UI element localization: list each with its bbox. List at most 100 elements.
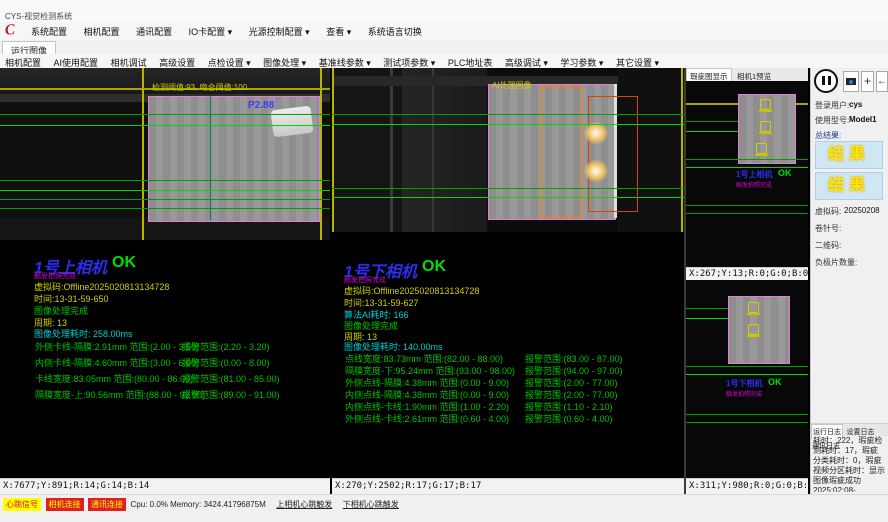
sidebar: + ← 登录用户: cys 使用型号: Model1 总结果: 结果 结果 虚拟… [810, 68, 888, 494]
overlay-line [332, 124, 684, 125]
pause-button[interactable] [814, 69, 838, 93]
ai-overlay-note: AI处理图像 [492, 80, 532, 91]
overlay-line [686, 131, 738, 132]
measurement-text: 外侧点线-卡线:2.61mm 范围:(0.60 - 4.00) [345, 412, 509, 425]
total-result-label: 总结果: [815, 130, 841, 141]
overlay-line [686, 213, 808, 214]
bottom-camera-thumbnail[interactable]: 1号下相机 OK 触发拍照完成 [686, 280, 808, 478]
left-elapsed: 图像处理耗时: 258.00ms [34, 327, 133, 340]
defect-marker [760, 99, 771, 110]
thumb-status-ok: OK [778, 168, 792, 178]
middle-cursor-coords: X:270;Y:2502;R:17;G:17;B:17 [332, 478, 684, 494]
menu-language-switch[interactable]: 系统语言切换 [361, 22, 429, 40]
measurement-alarm: 报警范围:(89.00 - 91.00) [182, 388, 280, 401]
defect-marker [748, 324, 759, 335]
measurement-alarm: 报警范围:(2.20 - 3.20) [182, 340, 270, 353]
title-bar: CYS-视觉检测系统 [0, 0, 888, 23]
app-window: CYS-视觉检测系统 C 系统配置 相机配置 通讯配置 IO卡配置 ▾ 光源控制… [0, 0, 888, 522]
measurement-alarm: 报警范围:(0.00 - 8.00) [182, 356, 270, 369]
defect-marker [756, 143, 767, 154]
overlay-line [320, 68, 322, 240]
overlay-line [332, 197, 684, 198]
menu-bar: C 系统配置 相机配置 通讯配置 IO卡配置 ▾ 光源控制配置 ▾ 查看 ▾ 系… [0, 22, 888, 40]
overlay-value: P2.88 [248, 100, 274, 111]
reflection-glint [584, 122, 608, 144]
left-cursor-coords: X:7677;Y:891;R:14;G:14;B:14 [0, 478, 330, 494]
overlay-line [686, 308, 728, 309]
measurement-alarm: 报警范围:(81.00 - 85.00) [182, 372, 280, 385]
overlay-line [686, 121, 738, 122]
roi-box-orange [540, 86, 582, 218]
camera-connect-badge: 相机连接 [46, 498, 84, 511]
overlay-line [686, 374, 808, 375]
virtual-code-label: 虚拟码: [815, 206, 841, 217]
left-status-ok: OK [112, 254, 136, 272]
reset-view-button[interactable]: ← [876, 71, 888, 92]
defect-marker [760, 121, 771, 132]
overlay-line [332, 114, 684, 115]
overlay-line [686, 318, 728, 319]
menu-light-config[interactable]: 光源控制配置 ▾ [242, 22, 317, 40]
result-badge-top: 结果 [815, 141, 883, 169]
overlay-line [686, 414, 808, 415]
measurement-text: 隔膜宽度-上:90.56mm 范围:(88.00 - 92.00) [35, 388, 205, 401]
comm-connect-badge: 通讯连接 [88, 498, 126, 511]
camera-snapshot-button[interactable] [843, 71, 859, 92]
middle-camera-image[interactable]: AI处理图像 [332, 68, 684, 232]
product-region [728, 296, 790, 364]
menu-view[interactable]: 查看 ▾ [319, 22, 358, 40]
qr-code-label: 二维码: [815, 240, 841, 251]
overlay-line [0, 208, 330, 209]
menu-camera-config[interactable]: 相机配置 [77, 22, 127, 40]
overlay-line [0, 125, 330, 126]
menu-items: 系统配置 相机配置 通讯配置 IO卡配置 ▾ 光源控制配置 ▾ 查看 ▾ 系统语… [24, 22, 429, 40]
model-label: 使用型号: [815, 115, 849, 126]
bottom-thumb-coords: X:311;Y:980;R:0;G:0;B:0 [686, 478, 808, 494]
top-thumb-coords: X:267;Y:13;R:0;G:0;B:0 [686, 267, 808, 280]
reflection-glint [584, 160, 608, 182]
left-camera-image[interactable]: 检测阈值:93, 吻合阈值:100 P2.88 [0, 68, 330, 240]
overlay-line [686, 366, 808, 367]
thumb-trigger-note: 触发拍照完成 [736, 180, 772, 189]
needle-number-label: 卷针号: [815, 223, 841, 234]
model-value: Model1 [849, 115, 877, 124]
overlay-line [0, 199, 330, 200]
cpu-memory-status: Cpu: 0.0% Memory: 3424.41796875M [131, 500, 266, 509]
top-camera-thumbnail[interactable]: 1号上相机 OK 触发拍照完成 [686, 81, 808, 267]
heartbeat-status-badge: 心跳信号 [3, 498, 41, 511]
overlay-line [686, 422, 808, 423]
measurement-text: 外侧卡线-隔膜:2.91mm 范围:(2.00 - 3.50) [35, 340, 199, 353]
back-arrow-icon: ← [877, 76, 887, 87]
toolbar: 相机配置 AI使用配置 相机调试 高级设置 点检设置 ▾ 图像处理 ▾ 基准线参… [0, 54, 888, 69]
overlay-line [686, 159, 808, 160]
view-tabstrip: 运行图像 [0, 40, 888, 55]
bottom-camera-heartbeat-link[interactable]: 下相机心跳触发 [343, 500, 399, 509]
overlay-line [0, 114, 330, 115]
overlay-line [681, 68, 683, 232]
thumb-tabstrip: 瑕疵图显示 相机1预览 相机2预览 [686, 68, 808, 82]
zoom-in-button[interactable]: + [861, 71, 874, 92]
middle-status-ok: OK [422, 258, 446, 276]
menu-system-config[interactable]: 系统配置 [24, 22, 74, 40]
measurement-text: 内侧卡线-隔膜:4.60mm 范围:(3.00 - 6.00) [35, 356, 199, 369]
log-tabstrip: 运行日志 设置日志 通讯日志 [811, 423, 888, 436]
status-bar: 心跳信号 相机连接 通讯连接 Cpu: 0.0% Memory: 3424.41… [0, 494, 888, 522]
menu-comm-config[interactable]: 通讯配置 [129, 22, 179, 40]
menu-io-config[interactable]: IO卡配置 ▾ [182, 22, 240, 40]
overlay-line [332, 68, 334, 232]
gripper-part [271, 106, 314, 138]
camera-icon [846, 78, 856, 85]
pause-icon [828, 76, 831, 85]
overlay-line [0, 190, 330, 191]
overlay-line [686, 205, 808, 206]
thumb-status-ok: OK [768, 377, 782, 387]
measurement-alarm: 报警范围:(0.60 - 4.00) [525, 412, 613, 425]
overlay-line [142, 68, 144, 240]
overlay-line [332, 188, 684, 189]
top-camera-heartbeat-link[interactable]: 上相机心跳触发 [276, 500, 332, 509]
threshold-note: 检测阈值:93, 吻合阈值:100 [152, 82, 247, 93]
thumb-trigger-note: 触发拍照完成 [726, 389, 762, 398]
pause-icon [822, 76, 825, 85]
thumb-camera-title: 1号下相机 [726, 378, 762, 389]
app-logo-icon: C [4, 21, 22, 40]
